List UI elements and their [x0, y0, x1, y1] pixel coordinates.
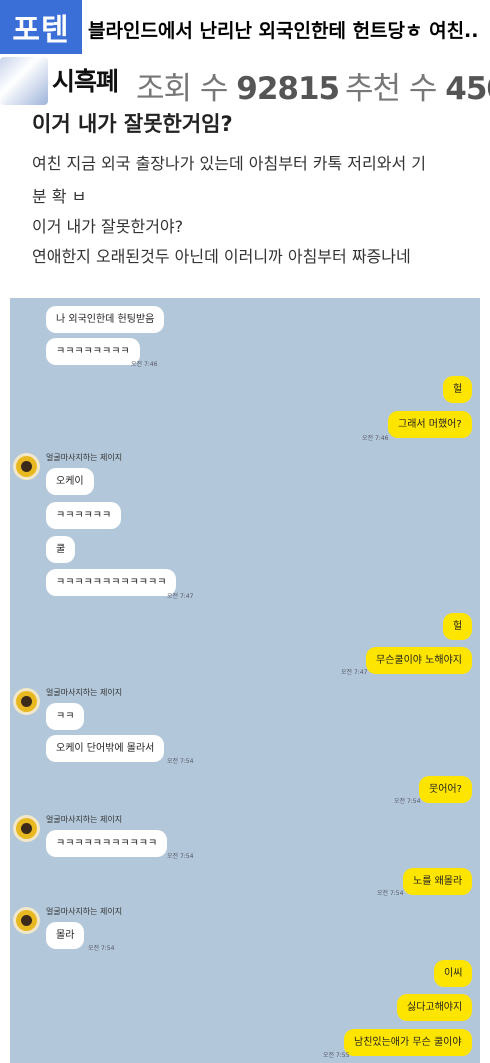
my-message: 노를 왜몰라: [403, 868, 473, 895]
message-time: 오전 7:54: [88, 945, 115, 952]
message-time: 오전 7:54: [167, 758, 194, 765]
my-message: 무슨쿨이야 노해야지: [366, 647, 472, 674]
friend-avatar[interactable]: [13, 815, 40, 842]
views-stat: 조회 수 92815: [136, 63, 340, 108]
message-time: 오전 7:47: [341, 669, 368, 676]
message-time: 오전 7:46: [131, 361, 158, 368]
my-message: 뭇어어?: [419, 776, 472, 803]
message-time: 오전 7:46: [362, 435, 389, 442]
post-line: 여친 지금 외국 출장나가 있는데 아침부터 카톡 저리와서 기: [32, 154, 426, 173]
site-logo[interactable]: 포텐: [0, 0, 82, 54]
views-count: 92815: [236, 71, 340, 107]
friend-message: ㅋㅋ: [46, 703, 85, 730]
friend-name: 얼굴마사지하는 제이지: [46, 907, 123, 916]
my-message: 그래서 머했어?: [388, 411, 472, 438]
post-title: 블라인드에서 난리난 외국인한테 헌트당ㅎ 여친..: [88, 20, 479, 42]
post-question: 이거 내가 잘못한거임?: [32, 112, 233, 136]
recommend-stat: 추천 수 450: [345, 63, 490, 108]
my-message: 헐: [443, 613, 473, 640]
author-name[interactable]: 시흑폐: [52, 62, 119, 98]
friend-message: 몰라: [46, 922, 85, 949]
message-time: 오전 7:54: [394, 798, 421, 805]
friend-avatar[interactable]: [13, 907, 40, 934]
friend-message: ㅋㅋㅋㅋㅋㅋㅋㅋㅋㅋㅋ: [46, 830, 168, 857]
friend-message: ㅋㅋㅋㅋㅋㅋㅋㅋ: [46, 338, 140, 365]
my-message: 헐: [443, 376, 473, 403]
friend-message: 오케이 단어밖에 몰라서: [46, 735, 165, 762]
friend-message: ㅋㅋㅋㅋㅋㅋ: [46, 502, 122, 529]
recommend-label: 추천 수: [345, 71, 437, 107]
chat-screenshot: 나 외국인한데 헌팅받음 ㅋㅋㅋㅋㅋㅋㅋㅋ 오전 7:46 헐 그래서 머했어?…: [10, 298, 480, 1063]
my-message: 남친있는애가 무슨 쿨이야: [344, 1029, 472, 1056]
friend-avatar[interactable]: [13, 453, 40, 480]
friend-message: 쿨: [46, 536, 76, 563]
post-line: 연애한지 오래된것두 아닌데 이러니까 아침부터 짜증나네: [32, 247, 411, 266]
message-time: 오전 7:55: [323, 1052, 350, 1059]
my-message: 싫다고해야지: [397, 994, 473, 1021]
friend-name: 얼굴마사지하는 제이지: [46, 815, 123, 824]
views-label: 조회 수: [136, 71, 228, 107]
message-time: 오전 7:54: [377, 890, 404, 897]
friend-message: 오케이: [46, 468, 94, 495]
friend-avatar[interactable]: [13, 688, 40, 715]
my-message: 이씨: [434, 960, 473, 987]
post-line: 이거 내가 잘못한거야?: [32, 217, 184, 236]
post-line: 분 확 ㅂ: [32, 187, 87, 206]
message-time: 오전 7:47: [167, 593, 194, 600]
friend-message: 나 외국인한데 헌팅받음: [46, 306, 165, 333]
friend-message: ㅋㅋㅋㅋㅋㅋㅋㅋㅋㅋㅋㅋ: [46, 569, 177, 596]
friend-name: 얼굴마사지하는 제이지: [46, 453, 123, 462]
author-avatar[interactable]: [0, 57, 48, 105]
message-time: 오전 7:54: [167, 853, 194, 860]
recommend-count: 450: [445, 71, 490, 107]
friend-name: 얼굴마사지하는 제이지: [46, 688, 123, 697]
